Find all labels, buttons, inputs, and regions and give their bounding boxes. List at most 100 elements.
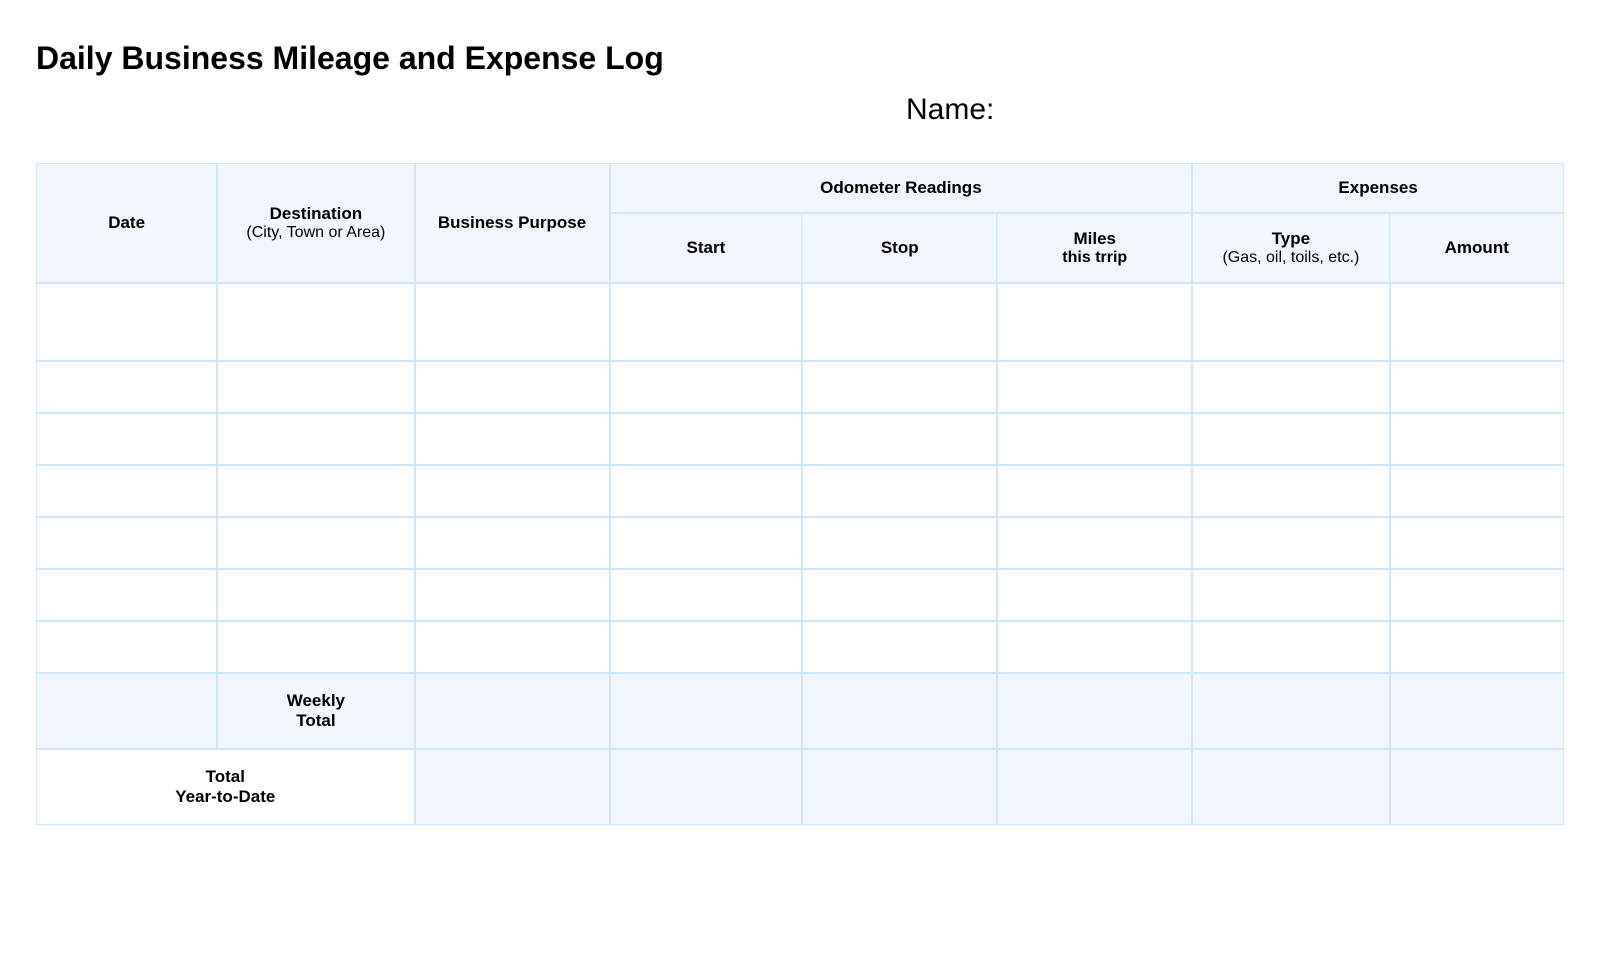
cell-amount[interactable] bbox=[1390, 569, 1564, 621]
cell-type[interactable] bbox=[1192, 465, 1389, 517]
cell-start[interactable] bbox=[610, 465, 803, 517]
cell-destination[interactable] bbox=[217, 569, 414, 621]
col-header-destination-main: Destination bbox=[270, 204, 363, 223]
ytd-cell[interactable] bbox=[802, 749, 997, 825]
cell-destination[interactable] bbox=[217, 517, 414, 569]
cell-type[interactable] bbox=[1192, 569, 1389, 621]
cell-type[interactable] bbox=[1192, 413, 1389, 465]
col-header-start: Start bbox=[610, 213, 803, 283]
table-row bbox=[36, 517, 1564, 569]
table-row bbox=[36, 361, 1564, 413]
col-header-type-main: Type bbox=[1272, 229, 1310, 248]
cell-date[interactable] bbox=[36, 283, 217, 361]
cell-amount[interactable] bbox=[1390, 283, 1564, 361]
cell-date[interactable] bbox=[36, 621, 217, 673]
weekly-total-cell[interactable] bbox=[1192, 673, 1389, 749]
cell-date[interactable] bbox=[36, 413, 217, 465]
cell-amount[interactable] bbox=[1390, 517, 1564, 569]
cell-stop[interactable] bbox=[802, 361, 997, 413]
cell-miles[interactable] bbox=[997, 361, 1192, 413]
table-row bbox=[36, 465, 1564, 517]
col-header-purpose: Business Purpose bbox=[415, 163, 610, 283]
table-row bbox=[36, 413, 1564, 465]
weekly-total-cell[interactable] bbox=[610, 673, 803, 749]
col-header-expenses-group: Expenses bbox=[1192, 163, 1564, 213]
cell-destination[interactable] bbox=[217, 465, 414, 517]
cell-start[interactable] bbox=[610, 569, 803, 621]
cell-start[interactable] bbox=[610, 517, 803, 569]
cell-amount[interactable] bbox=[1390, 413, 1564, 465]
cell-stop[interactable] bbox=[802, 621, 997, 673]
col-header-miles-main: Miles bbox=[1073, 229, 1116, 248]
cell-purpose[interactable] bbox=[415, 413, 610, 465]
ytd-cell[interactable] bbox=[415, 749, 610, 825]
cell-start[interactable] bbox=[610, 413, 803, 465]
cell-date[interactable] bbox=[36, 569, 217, 621]
weekly-blank bbox=[36, 673, 217, 749]
weekly-total-cell[interactable] bbox=[802, 673, 997, 749]
weekly-total-cell[interactable] bbox=[415, 673, 610, 749]
cell-type[interactable] bbox=[1192, 283, 1389, 361]
cell-miles[interactable] bbox=[997, 621, 1192, 673]
cell-stop[interactable] bbox=[802, 569, 997, 621]
weekly-total-cell[interactable] bbox=[1390, 673, 1564, 749]
name-row: Name: bbox=[36, 93, 1564, 127]
cell-miles[interactable] bbox=[997, 517, 1192, 569]
weekly-total-row: WeeklyTotal bbox=[36, 673, 1564, 749]
cell-purpose[interactable] bbox=[415, 569, 610, 621]
table-row bbox=[36, 283, 1564, 361]
cell-destination[interactable] bbox=[217, 361, 414, 413]
cell-date[interactable] bbox=[36, 465, 217, 517]
cell-date[interactable] bbox=[36, 517, 217, 569]
cell-purpose[interactable] bbox=[415, 465, 610, 517]
ytd-cell[interactable] bbox=[610, 749, 803, 825]
weekly-total-cell[interactable] bbox=[997, 673, 1192, 749]
cell-type[interactable] bbox=[1192, 621, 1389, 673]
cell-stop[interactable] bbox=[802, 413, 997, 465]
ytd-row: TotalYear-to-Date bbox=[36, 749, 1564, 825]
cell-start[interactable] bbox=[610, 621, 803, 673]
cell-amount[interactable] bbox=[1390, 465, 1564, 517]
col-header-destination-sub: (City, Town or Area) bbox=[226, 224, 405, 242]
name-label: Name: bbox=[906, 93, 994, 127]
ytd-label: TotalYear-to-Date bbox=[36, 749, 415, 825]
cell-miles[interactable] bbox=[997, 569, 1192, 621]
ytd-cell[interactable] bbox=[1192, 749, 1389, 825]
cell-start[interactable] bbox=[610, 283, 803, 361]
col-header-type: Type (Gas, oil, toils, etc.) bbox=[1192, 213, 1389, 283]
col-header-amount: Amount bbox=[1390, 213, 1564, 283]
mileage-table: Date Destination (City, Town or Area) Bu… bbox=[36, 163, 1564, 825]
cell-start[interactable] bbox=[610, 361, 803, 413]
cell-stop[interactable] bbox=[802, 465, 997, 517]
col-header-date: Date bbox=[36, 163, 217, 283]
cell-miles[interactable] bbox=[997, 413, 1192, 465]
ytd-cell[interactable] bbox=[997, 749, 1192, 825]
cell-stop[interactable] bbox=[802, 283, 997, 361]
cell-type[interactable] bbox=[1192, 361, 1389, 413]
cell-miles[interactable] bbox=[997, 283, 1192, 361]
table-row bbox=[36, 621, 1564, 673]
col-header-miles: Miles this trrip bbox=[997, 213, 1192, 283]
cell-amount[interactable] bbox=[1390, 361, 1564, 413]
cell-miles[interactable] bbox=[997, 465, 1192, 517]
weekly-total-label: WeeklyTotal bbox=[217, 673, 414, 749]
cell-destination[interactable] bbox=[217, 621, 414, 673]
cell-purpose[interactable] bbox=[415, 361, 610, 413]
ytd-cell[interactable] bbox=[1390, 749, 1564, 825]
col-header-odometer-group: Odometer Readings bbox=[610, 163, 1193, 213]
cell-purpose[interactable] bbox=[415, 283, 610, 361]
cell-stop[interactable] bbox=[802, 517, 997, 569]
cell-type[interactable] bbox=[1192, 517, 1389, 569]
cell-purpose[interactable] bbox=[415, 517, 610, 569]
col-header-miles-sub: this trrip bbox=[1006, 249, 1183, 267]
cell-amount[interactable] bbox=[1390, 621, 1564, 673]
table-row bbox=[36, 569, 1564, 621]
page-title: Daily Business Mileage and Expense Log bbox=[36, 40, 1564, 77]
col-header-type-sub: (Gas, oil, toils, etc.) bbox=[1201, 249, 1380, 267]
cell-date[interactable] bbox=[36, 361, 217, 413]
col-header-destination: Destination (City, Town or Area) bbox=[217, 163, 414, 283]
cell-destination[interactable] bbox=[217, 283, 414, 361]
cell-destination[interactable] bbox=[217, 413, 414, 465]
cell-purpose[interactable] bbox=[415, 621, 610, 673]
col-header-stop: Stop bbox=[802, 213, 997, 283]
